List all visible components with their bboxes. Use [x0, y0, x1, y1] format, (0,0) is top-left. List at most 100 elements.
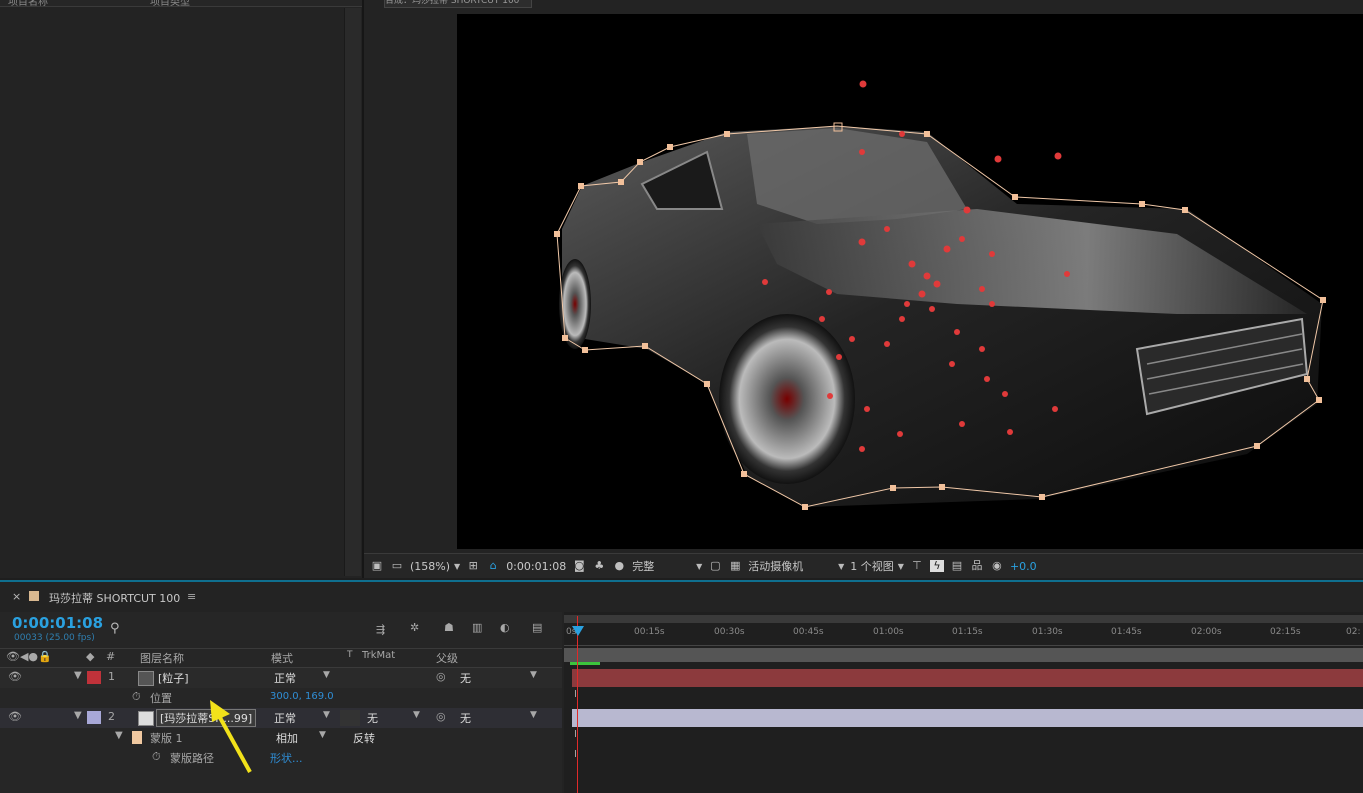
- composition-viewer[interactable]: [457, 14, 1363, 549]
- av-switches-icon[interactable]: 👁◀●🔒: [6, 650, 52, 663]
- composition-tab[interactable]: 合成：玛莎拉蒂 SHORTCUT 100: [384, 0, 532, 8]
- zoom-dropdown[interactable]: (158%) ▼: [410, 560, 460, 573]
- transparency-grid-icon[interactable]: ▦: [728, 560, 742, 572]
- fast-preview-icon[interactable]: ϟ: [929, 560, 944, 572]
- playhead-marker-icon[interactable]: [572, 626, 584, 636]
- disclosure-triangle-icon[interactable]: ▼: [74, 710, 82, 721]
- project-column-type[interactable]: 项目类型: [150, 0, 190, 8]
- playhead-line[interactable]: [577, 616, 578, 793]
- layer-mode[interactable]: 正常: [274, 710, 296, 726]
- column-trkmat[interactable]: TrkMat: [362, 650, 395, 661]
- work-area-bar[interactable]: [564, 615, 1363, 623]
- annotation-arrow: [210, 700, 252, 773]
- eye-icon[interactable]: 👁: [8, 670, 22, 683]
- keyframe-marker-icon[interactable]: I: [574, 689, 577, 700]
- show-snapshot-icon[interactable]: ♣: [592, 560, 606, 572]
- layer-bar-1[interactable]: [572, 669, 1363, 687]
- frame-info: 00033 (25.00 fps): [14, 633, 95, 643]
- flowchart-icon[interactable]: 品: [970, 560, 984, 572]
- trkmat-switch[interactable]: [340, 710, 360, 726]
- layer-label-color[interactable]: [87, 711, 101, 724]
- draft-3d-icon[interactable]: ✲: [410, 621, 419, 634]
- column-parent[interactable]: 父级: [436, 650, 458, 666]
- car-render: [554, 80, 1326, 510]
- view-layout-dropdown[interactable]: 1 个视图 ▼: [850, 558, 904, 574]
- motion-blur-icon[interactable]: ◐: [500, 621, 510, 634]
- timeline-comp-tab[interactable]: 玛莎拉蒂 SHORTCUT 100: [49, 590, 180, 606]
- ruler-label: 00:45s: [793, 627, 824, 637]
- column-number[interactable]: #: [106, 650, 115, 663]
- graph-editor-icon[interactable]: ▤: [532, 621, 542, 634]
- layer-index: 1: [108, 670, 115, 683]
- layer-parent[interactable]: 无: [460, 710, 471, 726]
- layer-row-1[interactable]: 👁 ▼ 1 [粒子] 正常 ▼ ◎ 无 ▼: [0, 668, 562, 688]
- chevron-down-icon: ▼: [696, 561, 703, 571]
- chevron-down-icon[interactable]: ▼: [530, 710, 537, 720]
- pickwhip-icon[interactable]: ◎: [436, 710, 446, 723]
- chevron-down-icon[interactable]: ▼: [323, 670, 330, 680]
- ruler-label: 02:15s: [1270, 627, 1301, 637]
- layer-bar-2[interactable]: [572, 709, 1363, 727]
- layer-mode[interactable]: 正常: [274, 670, 296, 686]
- disclosure-triangle-icon[interactable]: ▼: [115, 730, 123, 741]
- layer-name[interactable]: [粒子]: [158, 670, 189, 686]
- mask-mode[interactable]: 相加: [276, 730, 298, 746]
- current-time-display[interactable]: 0:00:01:08: [506, 560, 566, 573]
- always-preview-icon[interactable]: ▣: [370, 560, 384, 572]
- label-icon[interactable]: ◆: [86, 650, 94, 663]
- mask-name[interactable]: 蒙版 1: [150, 730, 183, 746]
- project-column-name[interactable]: 项目名称: [8, 0, 48, 8]
- keyframe-marker-icon[interactable]: I: [574, 749, 577, 760]
- mask-path-value[interactable]: 形状...: [270, 750, 303, 766]
- time-ruler[interactable]: 0s 00:15s 00:30s 00:45s 01:00s 01:15s 01…: [564, 623, 1363, 646]
- comp-mini-flowchart-icon[interactable]: ⇶: [376, 623, 385, 636]
- camera-dropdown[interactable]: 活动摄像机 ▼: [748, 558, 844, 574]
- stopwatch-icon[interactable]: ⏱: [152, 750, 161, 764]
- shy-layers-icon[interactable]: ☗: [444, 621, 454, 634]
- monitor-icon[interactable]: ▭: [390, 560, 404, 572]
- panel-menu-icon[interactable]: ≡: [187, 590, 196, 603]
- close-icon[interactable]: ×: [12, 590, 21, 603]
- mask-color-swatch[interactable]: [132, 731, 142, 744]
- pickwhip-icon[interactable]: ◎: [436, 670, 446, 683]
- color-channel-icon[interactable]: ●: [612, 560, 626, 572]
- frame-blending-icon[interactable]: ▥: [472, 621, 482, 634]
- column-t[interactable]: T: [347, 650, 353, 660]
- view-layout-value: 1 个视图: [850, 560, 894, 573]
- disclosure-triangle-icon[interactable]: ▼: [74, 670, 82, 681]
- layer-row-2[interactable]: 👁 ▼ 2 [玛莎拉蒂SH...99] 正常 ▼ 无 ▼ ◎ 无 ▼: [0, 708, 562, 728]
- chevron-down-icon[interactable]: ▼: [530, 670, 537, 680]
- mask-visibility-icon[interactable]: ⌂: [486, 560, 500, 572]
- current-time[interactable]: 0:00:01:08: [12, 614, 103, 632]
- search-icon[interactable]: ⚲: [110, 621, 120, 636]
- keyframe-marker-icon[interactable]: I: [574, 729, 577, 740]
- chevron-down-icon[interactable]: ▼: [413, 710, 420, 720]
- mask-invert[interactable]: 反转: [353, 730, 375, 746]
- column-mode[interactable]: 模式: [271, 650, 293, 666]
- property-value[interactable]: 300.0, 169.0: [270, 691, 334, 702]
- chevron-down-icon: ▼: [897, 561, 904, 571]
- layer-label-color[interactable]: [87, 671, 101, 684]
- stopwatch-icon[interactable]: ⏱: [132, 690, 141, 704]
- resolution-dropdown[interactable]: 完整 ▼: [632, 558, 702, 574]
- timeline-icon[interactable]: ▤: [950, 560, 964, 572]
- project-scrollbar[interactable]: [344, 8, 361, 576]
- grid-icon[interactable]: ⊞: [466, 560, 480, 572]
- layer-trkmat[interactable]: 无: [367, 710, 378, 726]
- project-header: 项目名称 项目类型: [0, 0, 362, 8]
- chevron-down-icon[interactable]: ▼: [323, 710, 330, 720]
- exposure-value[interactable]: +0.0: [1010, 560, 1037, 573]
- eye-icon[interactable]: 👁: [8, 710, 22, 723]
- column-layer-name[interactable]: 图层名称: [140, 650, 184, 666]
- property-name: 位置: [150, 692, 172, 705]
- timeline-layer-outline: 0:00:01:08 00033 (25.00 fps) ⚲ ⇶ ✲ ☗ ▥ ◐…: [0, 612, 562, 793]
- snapshot-camera-icon[interactable]: ◙: [572, 560, 586, 572]
- region-of-interest-icon[interactable]: ▢: [708, 560, 722, 572]
- exposure-reset-icon[interactable]: ◉: [990, 560, 1004, 572]
- pixel-aspect-icon[interactable]: ⊤: [910, 560, 924, 572]
- solid-layer-icon: [138, 671, 154, 686]
- ruler-label: 01:15s: [952, 627, 983, 637]
- chevron-down-icon[interactable]: ▼: [319, 730, 326, 740]
- layer-parent[interactable]: 无: [460, 670, 471, 686]
- footage-icon: [138, 711, 154, 726]
